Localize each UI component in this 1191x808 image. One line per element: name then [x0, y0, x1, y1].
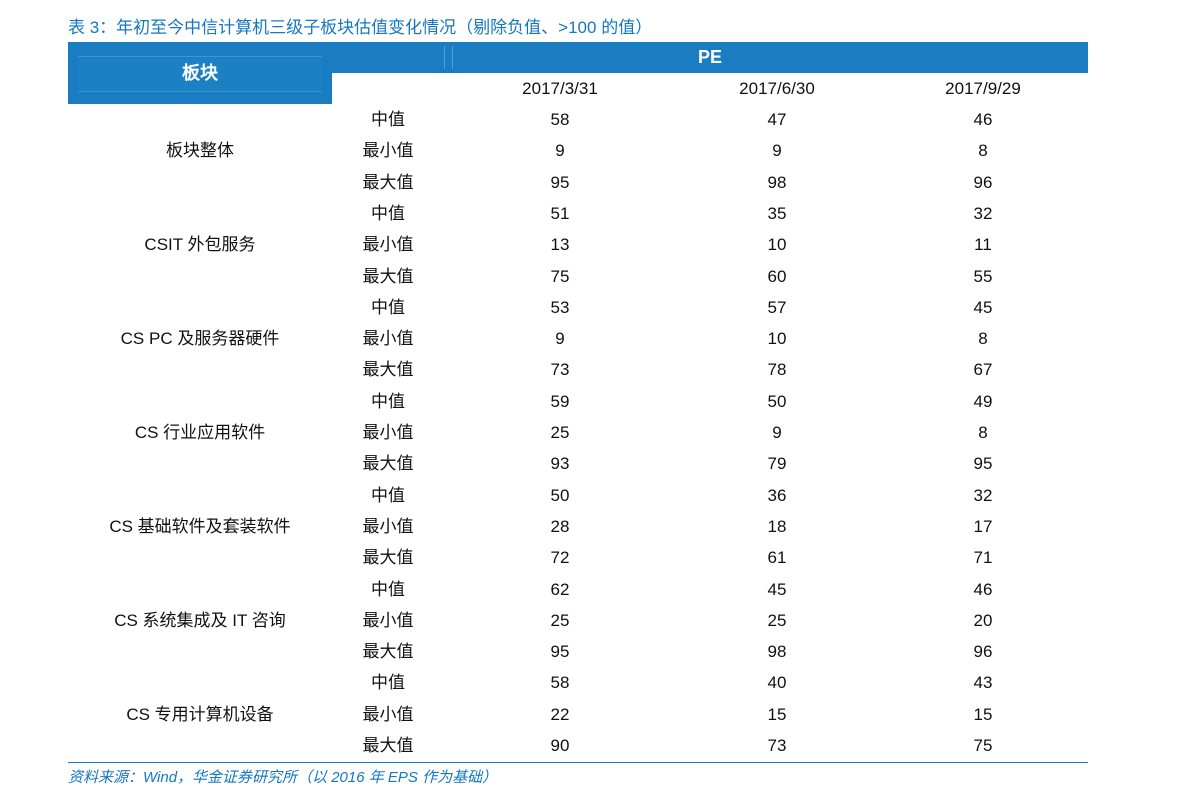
pe-value-cell: 73: [767, 736, 787, 755]
pe-value-cell: 45: [973, 297, 993, 317]
stat-label: 中值: [371, 391, 405, 411]
stat-label: 最小值: [362, 610, 414, 630]
stat-label: 最小值: [362, 423, 414, 442]
stat-label: 最小值: [362, 141, 414, 161]
stat-label: 最大值: [362, 454, 414, 474]
table-body: 板块整体 中值 58 47 46 最小值 9 9 8 最大值 95 98 96 CSIT 外包服务 中值 51…: [0, 0, 1191, 808]
pe-value-cell: 32: [973, 485, 993, 505]
pe-value-cell: 93: [550, 454, 570, 474]
pe-value-cell: 9: [555, 141, 565, 161]
stat-label: 最小值: [362, 329, 414, 349]
pe-value-cell: 43: [973, 673, 993, 693]
pe-value-cell: 61: [767, 548, 787, 568]
pe-value-cell: 15: [767, 704, 787, 724]
pe-value-cell: 9: [555, 329, 565, 349]
pe-value-cell: 95: [550, 642, 570, 662]
stat-label: 中值: [371, 297, 405, 317]
sector-name: CS 行业应用软件: [134, 423, 266, 442]
table-bottom-rule: [68, 762, 1088, 763]
sector-name: CS 基础软件及套装软件: [109, 516, 291, 536]
stat-label: 最小值: [362, 704, 414, 724]
pe-value-cell: 8: [978, 329, 988, 349]
source-note: 资料来源：Wind，华金证券研究所（以 2016 年 EPS 作为基础）: [68, 769, 498, 786]
pe-value-cell: 8: [978, 423, 988, 442]
pe-value-cell: 25: [550, 423, 570, 442]
pe-value-cell: 53: [550, 297, 570, 317]
pe-value-cell: 17: [973, 516, 993, 536]
pe-value-cell: 75: [973, 736, 993, 755]
pe-value-cell: 90: [550, 736, 570, 755]
pe-value-cell: 15: [973, 704, 993, 724]
pe-value-cell: 75: [550, 266, 570, 286]
pe-value-cell: 40: [767, 673, 787, 693]
pe-value-cell: 50: [767, 391, 787, 411]
pe-value-cell: 46: [973, 110, 993, 129]
stat-label: 中值: [371, 203, 405, 223]
stat-label: 最大值: [362, 360, 414, 380]
pe-value-cell: 58: [550, 673, 570, 693]
pe-value-cell: 73: [550, 360, 570, 380]
pe-value-cell: 95: [973, 454, 993, 474]
pe-value-cell: 28: [550, 516, 570, 536]
pe-value-cell: 50: [550, 485, 570, 505]
sector-name: CSIT 外包服务: [144, 235, 256, 255]
pe-value-cell: 8: [978, 141, 988, 161]
stat-label: 最大值: [362, 642, 414, 662]
sector-name: CS 系统集成及 IT 咨询: [114, 610, 286, 630]
pe-value-cell: 46: [973, 579, 993, 599]
stat-label: 最小值: [362, 516, 414, 536]
pe-value-cell: 10: [767, 235, 787, 255]
pe-value-cell: 9: [772, 423, 782, 442]
pe-value-cell: 78: [767, 360, 787, 380]
stat-label: 最大值: [362, 548, 414, 568]
pe-value-cell: 55: [973, 266, 993, 286]
pe-value-cell: 60: [767, 266, 787, 286]
pe-value-cell: 47: [767, 110, 787, 129]
pe-value-cell: 96: [973, 642, 993, 662]
stat-label: 中值: [371, 110, 405, 129]
pe-value-cell: 67: [973, 360, 993, 380]
pe-value-cell: 32: [973, 203, 993, 223]
stat-label: 最大值: [362, 736, 414, 755]
pe-value-cell: 98: [767, 642, 787, 662]
pe-value-cell: 20: [973, 610, 993, 630]
pe-value-cell: 62: [550, 579, 570, 599]
pe-value-cell: 95: [550, 172, 570, 192]
pe-value-cell: 49: [973, 391, 993, 411]
pe-value-cell: 10: [767, 329, 787, 349]
pe-value-cell: 51: [550, 203, 570, 223]
sector-name: CS PC 及服务器硬件: [120, 329, 280, 349]
pe-value-cell: 79: [767, 454, 787, 474]
pe-value-cell: 71: [973, 548, 993, 568]
stat-label: 最大值: [362, 172, 414, 192]
pe-value-cell: 13: [550, 235, 570, 255]
pe-value-cell: 35: [767, 203, 787, 223]
stat-label: 中值: [371, 579, 405, 599]
pe-value-cell: 36: [767, 485, 787, 505]
sector-name: CS 专用计算机设备: [126, 704, 274, 724]
pe-value-cell: 11: [974, 235, 992, 255]
stat-label: 中值: [371, 673, 405, 693]
pe-value-cell: 45: [767, 579, 787, 599]
pe-value-cell: 72: [550, 548, 570, 568]
pe-value-cell: 59: [550, 391, 570, 411]
pe-value-cell: 96: [973, 172, 993, 192]
pe-value-cell: 58: [550, 110, 570, 129]
pe-value-cell: 22: [550, 704, 570, 724]
pe-value-cell: 18: [767, 516, 787, 536]
pe-value-cell: 25: [550, 610, 570, 630]
pe-value-cell: 25: [767, 610, 787, 630]
stat-label: 中值: [371, 485, 405, 505]
stat-label: 最大值: [362, 266, 414, 286]
pe-value-cell: 9: [772, 141, 782, 161]
sector-name: 板块整体: [166, 141, 234, 161]
stat-label: 最小值: [362, 235, 414, 255]
pe-value-cell: 57: [767, 297, 787, 317]
pe-value-cell: 98: [767, 172, 787, 192]
